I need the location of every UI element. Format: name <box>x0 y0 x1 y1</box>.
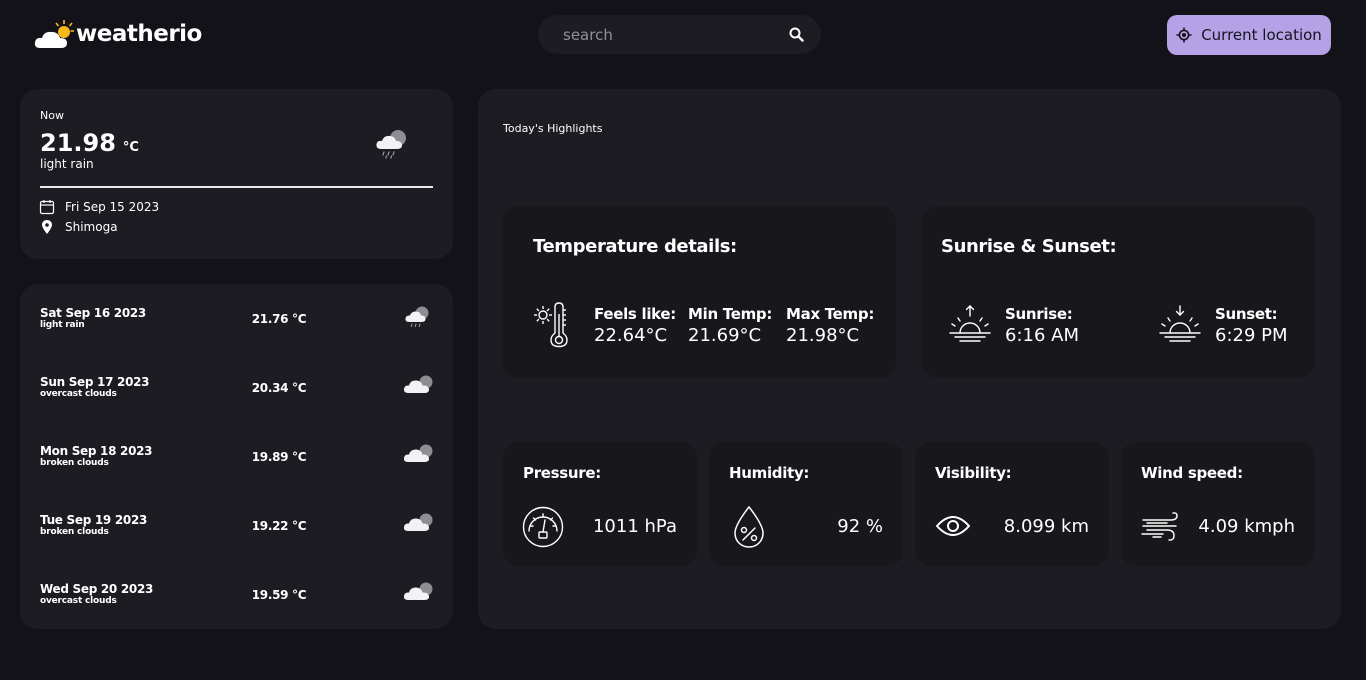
search-icon[interactable] <box>785 24 807 46</box>
min-temp-stat: Min Temp: 21.69°C <box>688 305 772 346</box>
max-temp-value: 21.98°C <box>786 325 860 346</box>
rain-cloud-icon <box>375 127 411 163</box>
highlights-title: Today's Highlights <box>503 122 603 135</box>
forecast-day: Mon Sep 18 2023 <box>40 444 153 458</box>
search-input[interactable] <box>563 25 785 44</box>
divider <box>40 186 433 188</box>
temperature-details-title: Temperature details: <box>533 236 737 257</box>
logo-sun-cloud-icon <box>34 20 74 48</box>
humidity-card: Humidity: 92 % <box>709 442 903 566</box>
forecast-temperature: 20.34 °C <box>251 381 307 395</box>
current-location-label: Current location <box>1201 26 1322 44</box>
current-temperature-value: 21.98 <box>40 129 116 157</box>
logo-text: weatherio <box>76 21 202 47</box>
crosshair-icon <box>1176 27 1192 43</box>
forecast-row: Sun Sep 17 2023 overcast clouds 20.34 °C <box>20 375 453 415</box>
temperature-unit: °C <box>122 140 139 155</box>
temperature-details-card: Temperature details: Feels like: 22.64°C… <box>503 206 896 378</box>
sunrise-value: 6:16 AM <box>1005 325 1079 346</box>
calendar-icon <box>39 200 55 215</box>
current-date-text: Fri Sep 15 2023 <box>65 200 160 214</box>
now-label: Now <box>40 109 64 122</box>
humidity-drop-icon <box>731 505 767 553</box>
wind-speed-label: Wind speed: <box>1141 464 1243 482</box>
sunset-stat: Sunset: 6:29 PM <box>1215 305 1288 346</box>
pressure-card: Pressure: 1011 hPa <box>503 442 697 566</box>
current-description: light rain <box>40 157 94 171</box>
rain-cloud-icon <box>403 300 433 334</box>
feels-like-stat: Feels like: 22.64°C <box>594 305 676 346</box>
forecast-description: overcast clouds <box>40 596 117 606</box>
humidity-label: Humidity: <box>729 464 810 482</box>
cloud-icon <box>403 369 437 403</box>
cloud-icon <box>403 438 437 472</box>
forecast-description: broken clouds <box>40 527 109 537</box>
forecast-description: light rain <box>40 320 85 330</box>
min-temp-value: 21.69°C <box>688 325 762 346</box>
max-temp-stat: Max Temp: 21.98°C <box>786 305 874 346</box>
forecast-day: Sat Sep 16 2023 <box>40 306 146 320</box>
forecast-row: Mon Sep 18 2023 broken clouds 19.89 °C <box>20 444 453 484</box>
forecast-description: overcast clouds <box>40 389 117 399</box>
current-weather-card: Now 21.98 °C light rain Fri Sep 15 2023 <box>20 89 453 259</box>
visibility-label: Visibility: <box>935 464 1012 482</box>
sunset-icon <box>1158 304 1202 350</box>
current-date: Fri Sep 15 2023 <box>39 199 159 215</box>
sunrise-sunset-title: Sunrise & Sunset: <box>941 236 1117 257</box>
current-temperature: 21.98 °C <box>40 129 139 157</box>
thermometer-icon <box>533 302 573 352</box>
current-location: Shimoga <box>39 219 118 235</box>
wind-speed-card: Wind speed: 4.09 kmph <box>1121 442 1315 566</box>
pressure-value: 1011 hPa <box>592 516 677 537</box>
sunset-value: 6:29 PM <box>1215 325 1288 346</box>
forecast-temperature: 19.22 °C <box>251 519 307 533</box>
forecast-day: Wed Sep 20 2023 <box>40 582 154 596</box>
sunrise-icon <box>948 304 992 350</box>
gauge-icon <box>521 505 565 553</box>
forecast-row: Wed Sep 20 2023 overcast clouds 19.59 °C <box>20 582 453 622</box>
cloud-icon <box>403 576 437 610</box>
forecast-description: broken clouds <box>40 458 109 468</box>
visibility-card: Visibility: 8.099 km <box>915 442 1109 566</box>
current-location-text: Shimoga <box>65 220 118 234</box>
feels-like-label: Feels like: <box>594 305 677 323</box>
forecast-card: Sat Sep 16 2023 light rain 21.76 °C Sun … <box>20 284 453 629</box>
feels-like-value: 22.64°C <box>594 325 668 346</box>
sunrise-label: Sunrise: <box>1005 305 1073 323</box>
pressure-label: Pressure: <box>523 464 601 482</box>
forecast-temperature: 19.59 °C <box>251 588 307 602</box>
humidity-value: 92 % <box>837 516 883 537</box>
forecast-row: Sat Sep 16 2023 light rain 21.76 °C <box>20 306 453 346</box>
highlights-panel: Today's Highlights Temperature details: <box>478 89 1341 629</box>
min-temp-label: Min Temp: <box>688 305 773 323</box>
forecast-row: Tue Sep 19 2023 broken clouds 19.22 °C <box>20 513 453 553</box>
cloud-icon <box>403 507 437 541</box>
forecast-day: Sun Sep 17 2023 <box>40 375 150 389</box>
forecast-temperature: 21.76 °C <box>251 312 307 326</box>
forecast-temperature: 19.89 °C <box>251 450 307 464</box>
location-pin-icon <box>42 220 52 234</box>
forecast-day: Tue Sep 19 2023 <box>40 513 148 527</box>
eye-icon <box>935 514 971 542</box>
wind-speed-value: 4.09 kmph <box>1198 516 1295 537</box>
current-location-button[interactable]: Current location <box>1167 15 1331 55</box>
wind-icon <box>1141 512 1181 546</box>
sunset-label: Sunset: <box>1215 305 1278 323</box>
sunrise-stat: Sunrise: 6:16 AM <box>1005 305 1079 346</box>
visibility-value: 8.099 km <box>1003 516 1089 537</box>
max-temp-label: Max Temp: <box>786 305 875 323</box>
search-bar[interactable] <box>538 15 821 54</box>
sunrise-sunset-card: Sunrise & Sunset: Sunrise: 6:16 AM Sunse… <box>922 206 1315 378</box>
app-logo[interactable]: weatherio <box>34 18 202 50</box>
